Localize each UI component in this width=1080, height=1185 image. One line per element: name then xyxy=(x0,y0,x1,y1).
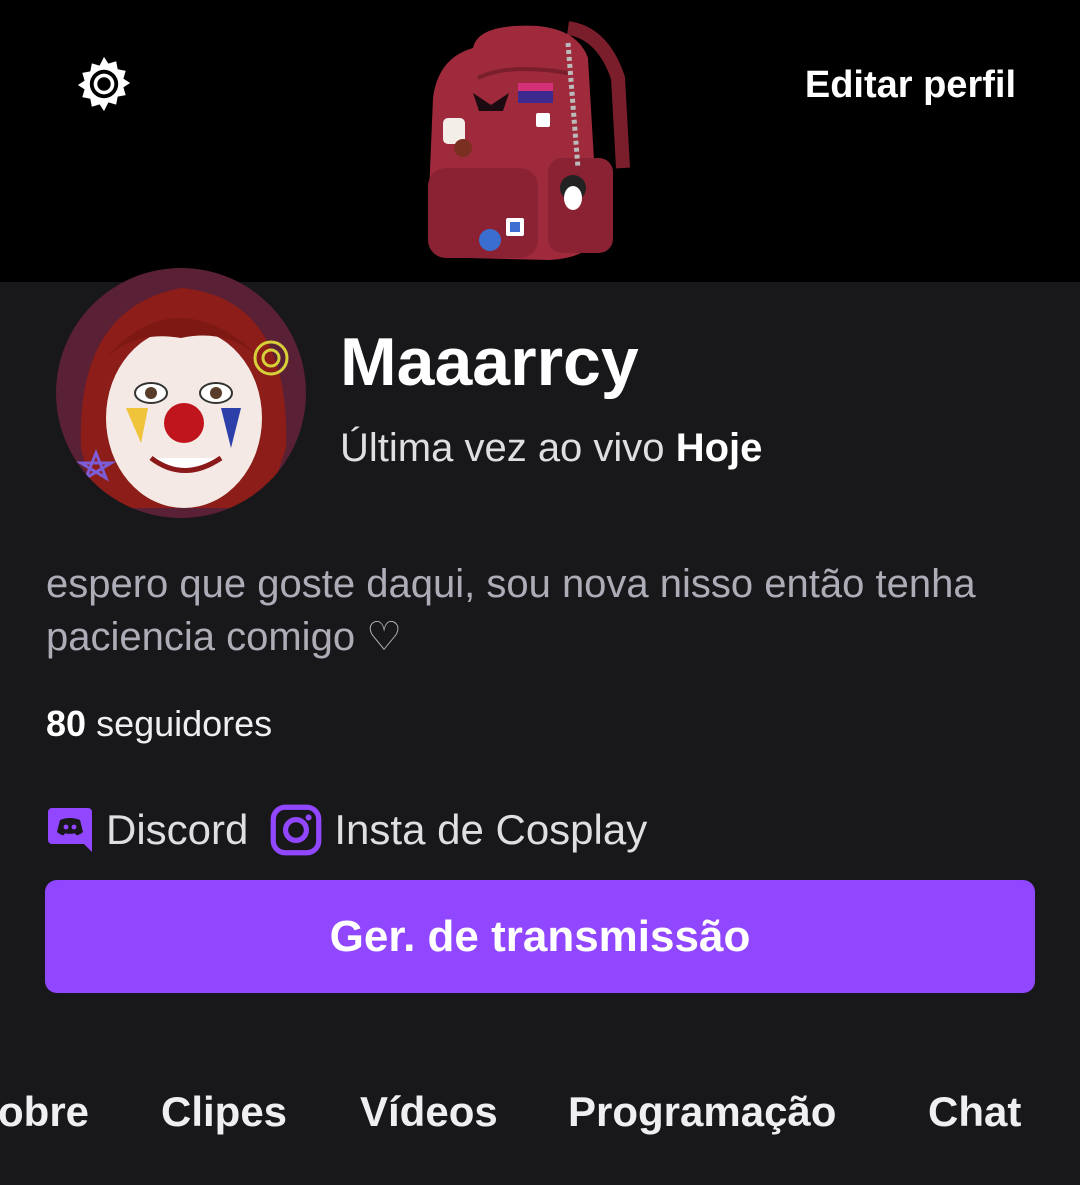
edit-profile-button[interactable]: Editar perfil xyxy=(805,48,1016,122)
last-live-prefix: Última vez ao vivo xyxy=(340,426,665,470)
instagram-link[interactable]: Insta de Cosplay xyxy=(270,804,647,856)
channel-bio: espero que goste daqui, sou nova nisso e… xyxy=(46,562,976,659)
tab-about[interactable]: Sobre xyxy=(0,1080,89,1144)
stream-manager-button[interactable]: Ger. de transmissão xyxy=(45,880,1035,993)
followers-label: seguidores xyxy=(96,703,273,744)
followers-count[interactable]: 80 seguidores xyxy=(46,700,272,748)
channel-name: Maaarrcy xyxy=(340,324,639,400)
last-live-value: Hoje xyxy=(675,426,763,470)
tab-schedule[interactable]: Programação xyxy=(568,1080,836,1144)
profile-banner: Editar perfil xyxy=(0,0,1080,282)
discord-icon xyxy=(48,808,92,852)
avatar-image xyxy=(56,268,306,518)
followers-number: 80 xyxy=(46,703,87,744)
tab-chat[interactable]: Chat xyxy=(928,1080,1021,1144)
discord-link[interactable]: Discord xyxy=(46,804,248,856)
last-live-status: Última vez ao vivo Hoje xyxy=(340,422,762,474)
instagram-icon xyxy=(271,804,322,856)
instagram-link-label: Insta de Cosplay xyxy=(334,806,648,853)
gear-icon xyxy=(77,56,131,112)
backpack-banner-image xyxy=(428,21,630,260)
discord-link-label: Discord xyxy=(106,806,249,853)
settings-button[interactable] xyxy=(62,42,146,126)
profile-tabs: Sobre Clipes Vídeos Programação Chat xyxy=(0,1080,1080,1144)
social-links: Discord Insta de Cosplay xyxy=(46,800,669,860)
tab-videos[interactable]: Vídeos xyxy=(360,1080,498,1144)
tab-clips[interactable]: Clipes xyxy=(161,1080,287,1144)
avatar[interactable] xyxy=(56,268,306,518)
